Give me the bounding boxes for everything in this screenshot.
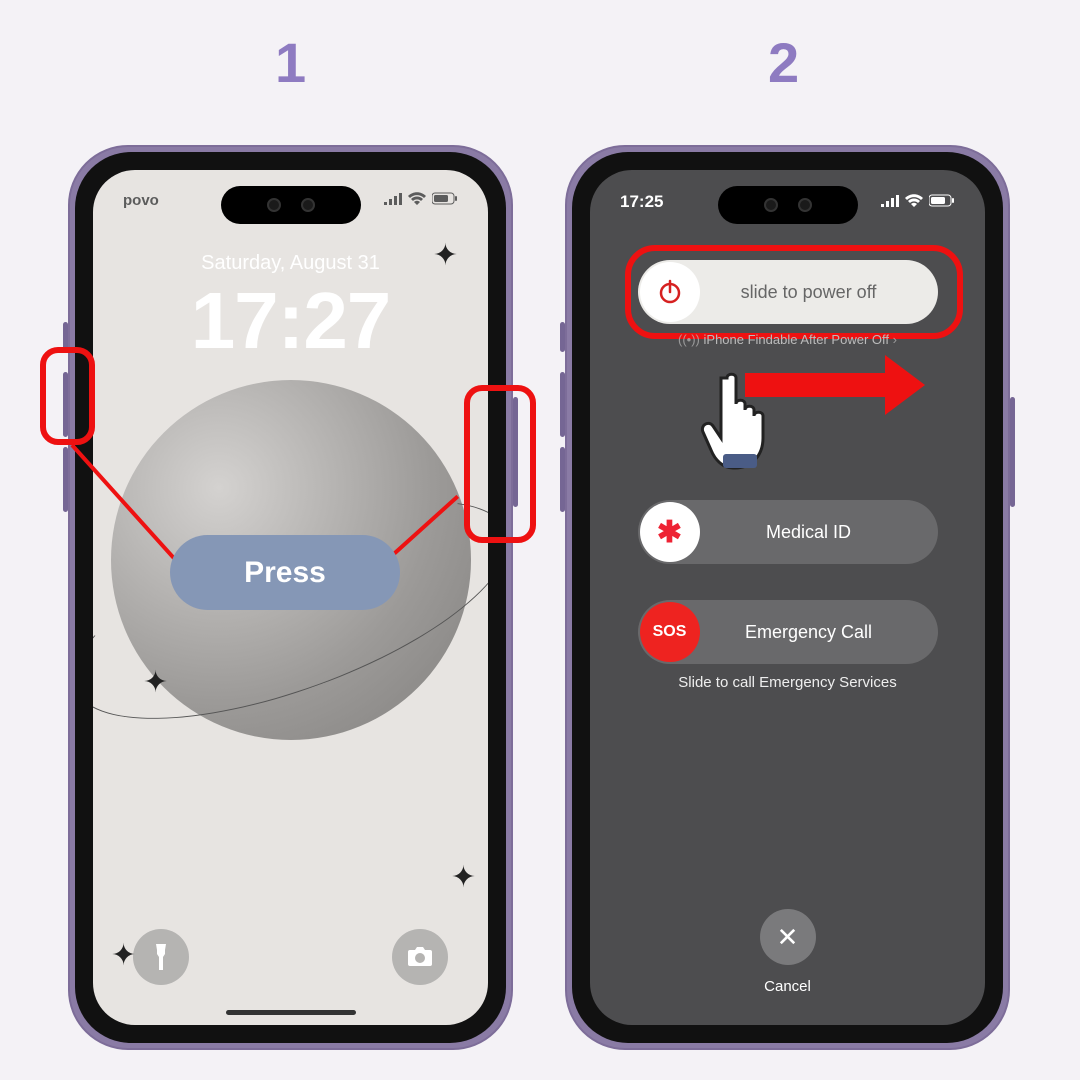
- phone-2-screen: 17:25 slide to pow: [590, 170, 985, 1025]
- chevron-right-icon: ›: [893, 332, 897, 347]
- highlight-side-button: [464, 385, 536, 543]
- cancel-button[interactable]: ✕: [760, 909, 816, 965]
- battery-icon: [929, 192, 955, 212]
- step-number-2: 2: [768, 30, 799, 95]
- camera-button[interactable]: [392, 929, 448, 985]
- carrier-label: povo: [123, 192, 159, 209]
- emergency-call-slider[interactable]: SOS Emergency Call: [638, 600, 938, 664]
- highlight-volume-up: [40, 347, 95, 445]
- sos-hint: Slide to call Emergency Services: [590, 674, 985, 691]
- wifi-icon: [408, 192, 426, 209]
- hand-pointer-icon: [695, 368, 785, 473]
- press-label: Press: [170, 535, 400, 610]
- sos-icon[interactable]: SOS: [640, 602, 700, 662]
- volume-down-button[interactable]: [560, 447, 565, 512]
- sparkle-icon: ✦: [143, 665, 168, 700]
- mute-switch[interactable]: [560, 322, 565, 352]
- status-bar: povo: [93, 192, 488, 209]
- side-button[interactable]: [1010, 397, 1015, 507]
- medical-id-slider[interactable]: ✱ Medical ID: [638, 500, 938, 564]
- highlight-power-slider: [625, 245, 963, 339]
- sparkle-icon: ✦: [433, 238, 458, 273]
- wifi-icon: [905, 192, 923, 212]
- emergency-call-label: Emergency Call: [700, 622, 938, 643]
- asterisk-icon[interactable]: ✱: [640, 502, 700, 562]
- phone-2-frame: 17:25 slide to pow: [565, 145, 1010, 1050]
- signal-icon: [881, 192, 899, 212]
- volume-up-button[interactable]: [560, 372, 565, 437]
- sparkle-icon: ✦: [451, 860, 476, 895]
- status-time: 17:25: [620, 192, 663, 212]
- close-icon: ✕: [777, 922, 799, 953]
- cancel-label: Cancel: [590, 978, 985, 995]
- lockscreen-date: Saturday, August 31: [93, 252, 488, 275]
- medical-id-label: Medical ID: [700, 522, 938, 543]
- signal-icon: [384, 192, 402, 209]
- lockscreen-time: 17:27: [93, 275, 488, 367]
- findable-hint[interactable]: ((•)) iPhone Findable After Power Off ›: [590, 332, 985, 347]
- battery-icon: [432, 192, 458, 209]
- flashlight-button[interactable]: [133, 929, 189, 985]
- home-indicator[interactable]: [226, 1010, 356, 1015]
- status-bar: 17:25: [590, 192, 985, 212]
- step-number-1: 1: [275, 30, 306, 95]
- volume-down-button[interactable]: [63, 447, 68, 512]
